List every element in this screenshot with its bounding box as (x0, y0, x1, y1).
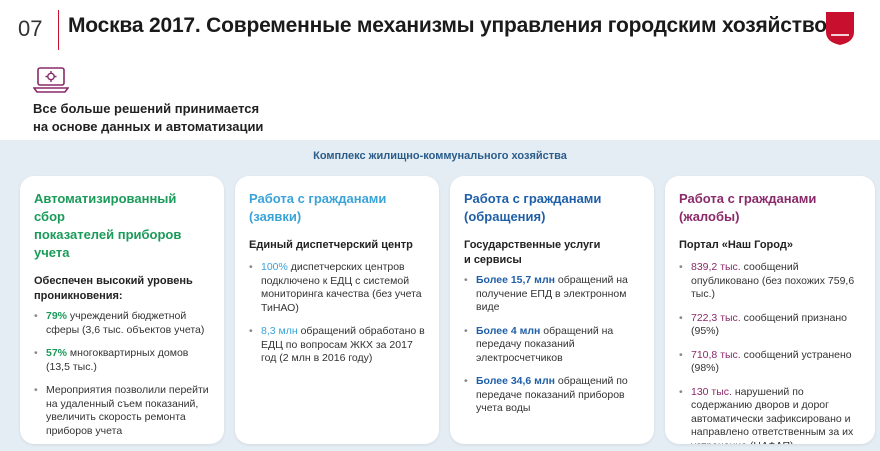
moscow-coat-of-arms-logo (826, 12, 854, 45)
item-text: многоквартирных домов (13,5 тыс.) (46, 347, 189, 373)
item-text: учреждений бюджетной сферы (3,6 тыс. объ… (46, 310, 205, 336)
card-subtitle: Портал «Наш Город» (679, 238, 861, 253)
item-highlight: 79% (46, 310, 68, 322)
list-item: Более 15,7 млн обращений на получение ЕП… (464, 274, 640, 315)
list-item: 722,3 тыс. сообщений признано (95%) (679, 312, 861, 339)
item-text: Мероприятия позволили перейти на удаленн… (46, 384, 209, 437)
page-number: 07 (18, 16, 43, 41)
card-subtitle-line-1: Государственные услуги (464, 239, 601, 251)
list-item: 100% диспетчерских центров подключено к … (249, 261, 425, 315)
list-item: 57% многоквартирных домов (13,5 тыс.) (34, 347, 210, 374)
list-item: 130 тыс. нарушений по содержанию дворов … (679, 386, 861, 445)
item-highlight: Более 34,6 млн (476, 375, 555, 387)
card-title: Работа с гражданами (обращения) (464, 190, 640, 226)
list-item: 8,3 млн обращений обработано в ЕДЦ по во… (249, 325, 425, 366)
item-highlight: 839,2 тыс. (691, 261, 741, 273)
card-title-line-2: (заявки) (249, 209, 302, 224)
item-highlight: 130 тыс. (691, 385, 732, 398)
card-citizens-complaints: Работа с гражданами (жалобы) Портал «Наш… (665, 176, 875, 444)
section-title: Комплекс жилищно-коммунального хозяйства (313, 150, 567, 162)
card-title-line-2: (обращения) (464, 209, 546, 224)
card-title: Работа с гражданами (заявки) (249, 190, 425, 226)
card-list: Более 15,7 млн обращений на получение ЕП… (464, 274, 640, 416)
card-subtitle-line-1: Портал «Наш Город» (679, 239, 793, 251)
card-list: 79% учреждений бюджетной сферы (3,6 тыс.… (34, 310, 210, 438)
list-item: 839,2 тыс. сообщений опубликовано (без п… (679, 261, 861, 302)
item-highlight: 100% (261, 261, 288, 273)
item-highlight: Более 15,7 млн (476, 274, 555, 286)
card-subtitle-line-2: проникновения: (34, 290, 123, 302)
card-list: 100% диспетчерских центров подключено к … (249, 261, 425, 366)
header-divider (58, 10, 59, 50)
card-subtitle-line-1: Единый диспетчерский центр (249, 239, 413, 251)
list-item: Мероприятия позволили перейти на удаленн… (34, 384, 210, 438)
laptop-gear-icon (33, 67, 69, 93)
card-title-line-1: Автоматизированный сбор (34, 191, 177, 224)
list-item: Более 34,6 млн обращений по передаче пок… (464, 375, 640, 416)
card-title: Автоматизированный сбор показателей приб… (34, 190, 210, 262)
card-title-line-1: Работа с гражданами (464, 191, 602, 206)
card-title-line-1: Работа с гражданами (679, 191, 817, 206)
card-list: 839,2 тыс. сообщений опубликовано (без п… (679, 261, 861, 444)
card-title: Работа с гражданами (жалобы) (679, 190, 861, 226)
card-subtitle: Государственные услуги и сервисы (464, 238, 640, 268)
item-highlight: 8,3 млн (261, 325, 298, 337)
card-citizens-appeals: Работа с гражданами (обращения) Государс… (450, 176, 654, 444)
card-subtitle-line-1: Обеспечен высокий уровень (34, 275, 193, 287)
intro-line-2: на основе данных и автоматизации (33, 119, 264, 134)
card-title-line-2: (жалобы) (679, 209, 740, 224)
header: 07 Москва 2017. Современные механизмы уп… (0, 0, 880, 60)
card-title-line-2: показателей приборов учета (34, 227, 182, 260)
page-title: Москва 2017. Современные механизмы управ… (68, 14, 842, 37)
card-citizens-requests: Работа с гражданами (заявки) Единый дисп… (235, 176, 439, 444)
intro-line-1: Все больше решений принимается (33, 101, 260, 116)
item-highlight: 722,3 тыс. (691, 311, 741, 324)
card-meter-reading: Автоматизированный сбор показателей приб… (20, 176, 224, 444)
item-highlight: Более 4 млн (476, 324, 541, 337)
card-subtitle-line-2: и сервисы (464, 254, 522, 266)
item-highlight: 710,8 тыс. (691, 348, 741, 361)
card-subtitle: Единый диспетчерский центр (249, 238, 425, 253)
intro-text: Все больше решений принимается на основе… (33, 100, 293, 136)
card-subtitle: Обеспечен высокий уровень проникновения: (34, 274, 210, 304)
list-item: Более 4 млн обращений на передачу показа… (464, 325, 640, 366)
item-highlight: 57% (46, 347, 68, 359)
list-item: 79% учреждений бюджетной сферы (3,6 тыс.… (34, 310, 210, 337)
card-title-line-1: Работа с гражданами (249, 191, 387, 206)
list-item: 710,8 тыс. сообщений устранено (98%) (679, 349, 861, 376)
